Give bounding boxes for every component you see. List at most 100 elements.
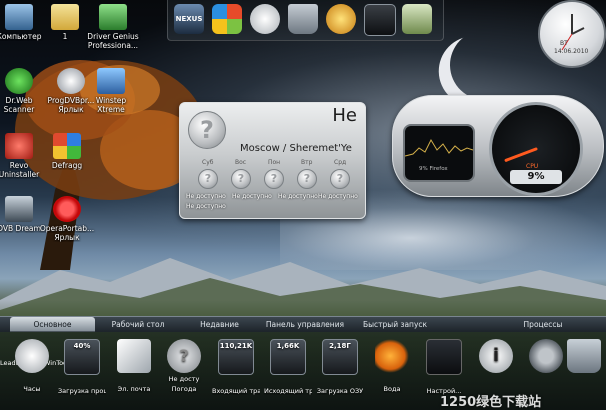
info-icon: i <box>479 339 513 373</box>
tab-main[interactable]: Основное <box>10 317 95 332</box>
desktop-icon-label-line2: Ярлык <box>54 233 80 242</box>
tab-recent[interactable]: Недавние <box>182 317 257 332</box>
computer-icon <box>5 4 33 30</box>
weather-location: Moscow / Sheremet'Ye <box>240 143 352 154</box>
taskbar-clock[interactable]: Часы <box>8 339 56 393</box>
web-icon[interactable] <box>326 4 356 34</box>
taskbar-item-label: Загрузка ОЗУ <box>316 387 364 395</box>
drweb-icon <box>5 68 33 94</box>
desktop-icon-label: Driver Genius <box>87 32 139 41</box>
desktop-icon-label-line2: Professiona... <box>87 41 139 50</box>
taskbar-recycle-bin[interactable] <box>560 339 606 373</box>
taskbar-cpu-load[interactable]: 40% Загрузка процесс <box>58 339 106 395</box>
forecast-status-2: Не доступно <box>232 193 272 200</box>
taskbar-item-label: Входящий траф <box>212 387 260 395</box>
incoming-traffic-value: 110,21K <box>219 342 253 350</box>
weather-status-value: Не досту <box>168 375 200 383</box>
taskbar-item-label: Исходящий траф <box>264 387 312 395</box>
clock-day: ВТ <box>560 40 568 47</box>
weather-unknown-icon: ? <box>188 111 226 149</box>
forecast-unknown-icon: ? <box>231 169 251 189</box>
forecast-unknown-icon: ? <box>264 169 284 189</box>
folder-icon[interactable] <box>402 4 432 34</box>
cpu-value: 9% <box>510 170 562 184</box>
defragg-icon <box>53 133 81 159</box>
forecast-status-1: Не доступно <box>186 193 226 200</box>
forecast-day-4: Втр <box>301 159 313 166</box>
nexus-logo-text: NEXUS <box>175 15 203 23</box>
forecast-unknown-icon: ? <box>198 169 218 189</box>
clock-date: 14.06.2010 <box>554 48 589 55</box>
desktop-icon-driver-genius[interactable]: Driver Genius Professiona... <box>82 4 144 50</box>
desktop-icon-opera[interactable]: OperaPortab... Ярлык <box>36 196 98 242</box>
nexus-logo[interactable]: NEXUS <box>174 4 204 34</box>
forecast-status-4: Не доступно <box>318 193 358 200</box>
taskbar-weather[interactable]: ? Не досту Погода <box>160 339 208 393</box>
forecast-status-5: Не доступно <box>186 203 226 210</box>
top-dock: NEXUS <box>167 0 444 41</box>
forecast-day-3: Пон <box>268 159 281 166</box>
tab-processes[interactable]: Процессы <box>508 317 578 332</box>
taskbar-mail[interactable]: Эл. почта <box>110 339 158 393</box>
recycle-bin-icon <box>567 339 601 373</box>
forecast-day-2: Вос <box>235 159 247 166</box>
cpu-history-line <box>404 138 474 157</box>
watermark: 1250绿色下载站 <box>440 395 542 410</box>
desktop-icon-label: OperaPortab... <box>39 224 95 233</box>
weather-icon: ? <box>167 339 201 373</box>
tab-control-panel[interactable]: Панель управления <box>260 317 350 332</box>
camera-icon[interactable] <box>364 4 396 36</box>
dvb-dream-icon <box>5 196 33 222</box>
nexus-settings-icon <box>426 339 462 375</box>
taskbar-outgoing-traffic[interactable]: 1,66K Исходящий траф <box>264 339 312 395</box>
gear-icon <box>529 339 563 373</box>
cpu-label: CPU <box>526 163 539 170</box>
cpu-meter-icon: 40% <box>64 339 100 375</box>
weather-temperature: Не <box>332 105 357 126</box>
taskbar-item-label: Загрузка процесс <box>58 387 106 395</box>
forecast-day-5: Срд <box>334 159 347 166</box>
revo-icon <box>5 133 33 159</box>
taskbar-ram-load[interactable]: 2,18Г Загрузка ОЗУ <box>316 339 364 395</box>
recycle-bin-icon[interactable] <box>288 4 318 34</box>
tab-desktop[interactable]: Рабочий стол <box>98 317 178 332</box>
desktop-icon-label: Defragg <box>51 161 83 170</box>
tab-quick-launch[interactable]: Быстрый запуск <box>355 317 435 332</box>
ram-load-value: 2,18Г <box>329 342 351 350</box>
taskbar-item-label: Погода <box>171 385 197 393</box>
taskbar: Leadt... WinToo... Часы 40% Загрузка про… <box>0 331 606 410</box>
outgoing-traffic-value: 1,66K <box>276 342 300 350</box>
taskbar-water[interactable]: Вода <box>368 339 416 393</box>
desktop-icon-label-line2: Uninstaller <box>0 170 40 179</box>
windows-flag-icon[interactable] <box>212 4 242 34</box>
desktop-icon-winstep[interactable]: Winstep Xtreme <box>80 68 142 114</box>
forecast-status-3: Не доступно <box>278 193 318 200</box>
weather-gadget[interactable]: ? Не Moscow / Sheremet'Ye Суб Вос Пон Вт… <box>179 102 366 219</box>
desktop-icon-defragg[interactable]: Defragg <box>36 133 98 170</box>
winstep-icon <box>97 68 125 94</box>
taskbar-info[interactable]: i <box>472 339 520 373</box>
cpu-gadget[interactable]: 9% Firefox CPU 9% <box>392 95 604 197</box>
desktop-icon-label: Winstep <box>95 96 127 105</box>
taskbar-tabs: Основное Рабочий стол Недавние Панель уп… <box>0 316 606 332</box>
forecast-day-1: Суб <box>202 159 214 166</box>
forecast-unknown-icon: ? <box>297 169 317 189</box>
clock-icon <box>15 339 49 373</box>
taskbar-incoming-traffic[interactable]: 110,21K Входящий траф <box>212 339 260 395</box>
ram-meter-icon: 2,18Г <box>322 339 358 375</box>
clock-icon[interactable] <box>250 4 280 34</box>
opera-icon <box>53 196 81 222</box>
forecast-unknown-icon: ? <box>330 169 350 189</box>
cpu-load-value: 40% <box>73 342 91 350</box>
cpu-history-graph: 9% Firefox <box>403 124 475 182</box>
goldfish-icon <box>375 339 409 373</box>
upload-meter-icon: 1,66K <box>270 339 306 375</box>
taskbar-item-label: Часы <box>23 385 41 393</box>
taskbar-settings[interactable]: Настрой... <box>420 339 468 395</box>
mail-icon <box>117 339 151 373</box>
folder-icon <box>51 4 79 30</box>
clock-gadget[interactable]: ВТ 14.06.2010 <box>538 0 606 68</box>
taskbar-item-label: Вода <box>383 385 401 393</box>
cpu-dial: CPU 9% <box>489 102 583 196</box>
desktop-icon-label-line2: Xtreme <box>97 105 125 114</box>
